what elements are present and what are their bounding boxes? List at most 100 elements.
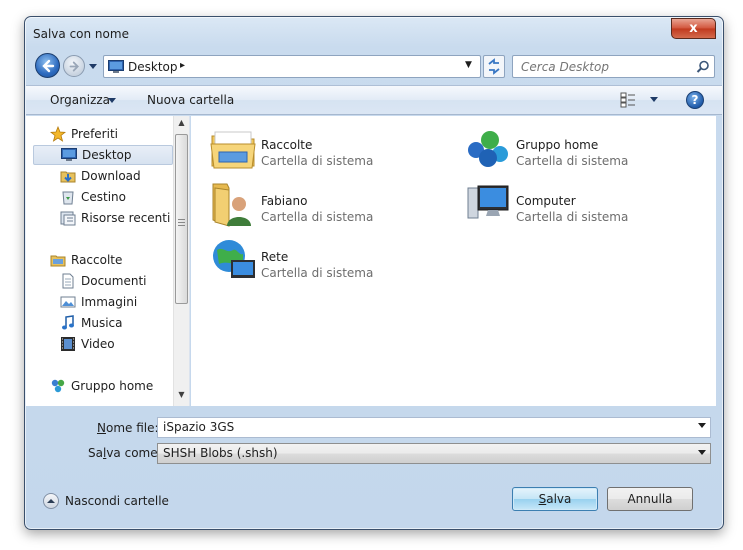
list-item[interactable]: Computer Cartella di sistema [464,178,704,228]
savetype-value: SHSH Blobs (.shsh) [163,446,278,460]
sidebar-item-libraries[interactable]: Raccolte [50,250,189,270]
back-button[interactable] [35,53,60,78]
sidebar-item-musica[interactable]: Musica [60,313,189,333]
libraries-icon [50,255,66,267]
list-item[interactable]: Fabiano Cartella di sistema [209,178,449,228]
search-icon[interactable] [696,60,710,74]
savetype-label-text-a: Sa [88,446,103,460]
sidebar-item-download[interactable]: Download [60,166,189,186]
refresh-icon [488,58,500,75]
item-type: Cartella di sistema [261,154,374,168]
sidebar-item-label: Gruppo home [71,379,154,393]
refresh-button[interactable] [483,55,505,78]
address-chevron-icon[interactable]: ▸ [180,60,185,71]
item-name: Computer [516,194,576,208]
item-type: Cartella di sistema [261,266,374,280]
sidebar-item-label: Risorse recenti [81,211,171,225]
hide-folders-button[interactable]: Nascondi cartelle [65,494,169,508]
chevron-down-icon[interactable] [108,98,116,103]
sidebar-item-homegroup[interactable]: Gruppo home [50,376,189,396]
homegroup-icon [51,379,65,393]
close-button[interactable]: x [671,18,716,39]
sidebar-item-cestino[interactable]: Cestino [60,187,189,207]
filename-label: Nome file: [97,421,159,435]
recent-pages-caret-icon[interactable] [88,61,98,71]
desktop-icon [61,148,77,161]
star-icon [50,126,66,142]
item-name: Raccolte [261,138,313,152]
item-name: Fabiano [261,194,308,208]
sidebar-item-label: Raccolte [71,253,123,267]
chevron-up-icon[interactable] [43,493,59,509]
sidebar-item-label: Immagini [81,295,138,309]
sidebar-item-recent[interactable]: Risorse recenti [60,208,189,228]
savetype-select[interactable]: SHSH Blobs (.shsh) [157,443,711,464]
search-input[interactable] [513,56,688,77]
user-folder-icon [212,183,251,227]
sidebar-item-label: Musica [81,316,123,330]
scrollbar-grip-icon [178,219,185,226]
chevron-up-glyph-icon [47,499,55,503]
address-segment-desktop[interactable]: Desktop [128,60,178,74]
save-label: alva [546,492,572,506]
homegroup-icon [468,131,508,167]
filename-label-text: ome file: [105,421,159,435]
file-list: Raccolte Cartella di sistema Gruppo home… [191,116,716,406]
filename-field[interactable]: iSpazio 3GS [157,417,711,438]
save-as-dialog: Salva con nome x Desktop ▸ ▼ Cerca Deskt… [24,16,724,530]
downloads-icon [60,171,76,183]
scroll-down-arrow-icon[interactable]: ▼ [174,390,189,402]
sidebar-item-label: Documenti [81,274,147,288]
view-options-caret-icon[interactable] [650,97,658,102]
filename-label-accesskey: N [97,421,106,435]
scrollbar-thumb[interactable] [175,134,188,304]
pictures-icon [60,296,76,308]
close-icon: x [689,21,698,36]
list-item[interactable]: Gruppo home Cartella di sistema [464,122,704,172]
list-item[interactable]: Rete Cartella di sistema [209,234,449,284]
savetype-dropdown-icon[interactable] [698,450,706,455]
search-box [512,55,715,78]
network-icon [213,240,255,278]
cancel-button[interactable]: Annulla [607,487,693,511]
recent-places-icon [60,211,76,226]
video-icon [61,337,75,351]
sidebar-item-label: Preferiti [71,127,118,141]
sidebar-item-desktop[interactable]: Desktop [33,145,173,165]
computer-icon [467,185,509,219]
filename-dropdown-icon[interactable] [698,423,706,428]
sidebar-item-label: Video [81,337,115,351]
sidebar-item-documenti[interactable]: Documenti [60,271,189,291]
sidebar-item-label: Desktop [82,148,132,162]
music-icon [62,315,74,330]
help-icon[interactable]: ? [686,91,704,109]
address-bar[interactable]: Desktop ▸ ▼ [103,55,481,78]
recycle-bin-icon [62,191,74,205]
documents-icon [62,273,74,289]
address-dropdown-icon[interactable]: ▼ [465,60,472,70]
sidebar-item-label: Cestino [81,190,126,204]
desktop-icon [108,60,124,73]
arrow-right-icon [69,61,80,72]
item-type: Cartella di sistema [516,154,629,168]
change-view-icon[interactable] [620,92,642,108]
arrow-left-icon [42,59,55,73]
sidebar-item-label: Download [81,169,141,183]
sidebar-item-video[interactable]: Video [60,334,189,354]
organize-menu-button[interactable]: Organizza [50,93,110,107]
sidebar-item-favorites[interactable]: Preferiti [50,124,189,144]
item-type: Cartella di sistema [261,210,374,224]
new-folder-button[interactable]: Nuova cartella [147,93,234,107]
item-name: Gruppo home [516,138,599,152]
window-title: Salva con nome [33,27,129,41]
scroll-up-arrow-icon[interactable]: ▲ [174,118,189,130]
item-name: Rete [261,250,289,264]
list-item[interactable]: Raccolte Cartella di sistema [209,122,449,172]
savetype-label: Salva come: [88,446,162,460]
filename-value: iSpazio 3GS [163,420,235,434]
forward-button[interactable] [63,55,85,77]
save-accesskey: S [538,492,547,506]
navigation-scrollbar[interactable]: ▲ ▼ [173,116,189,406]
sidebar-item-immagini[interactable]: Immagini [60,292,189,312]
save-button[interactable]: Salva [512,487,598,511]
